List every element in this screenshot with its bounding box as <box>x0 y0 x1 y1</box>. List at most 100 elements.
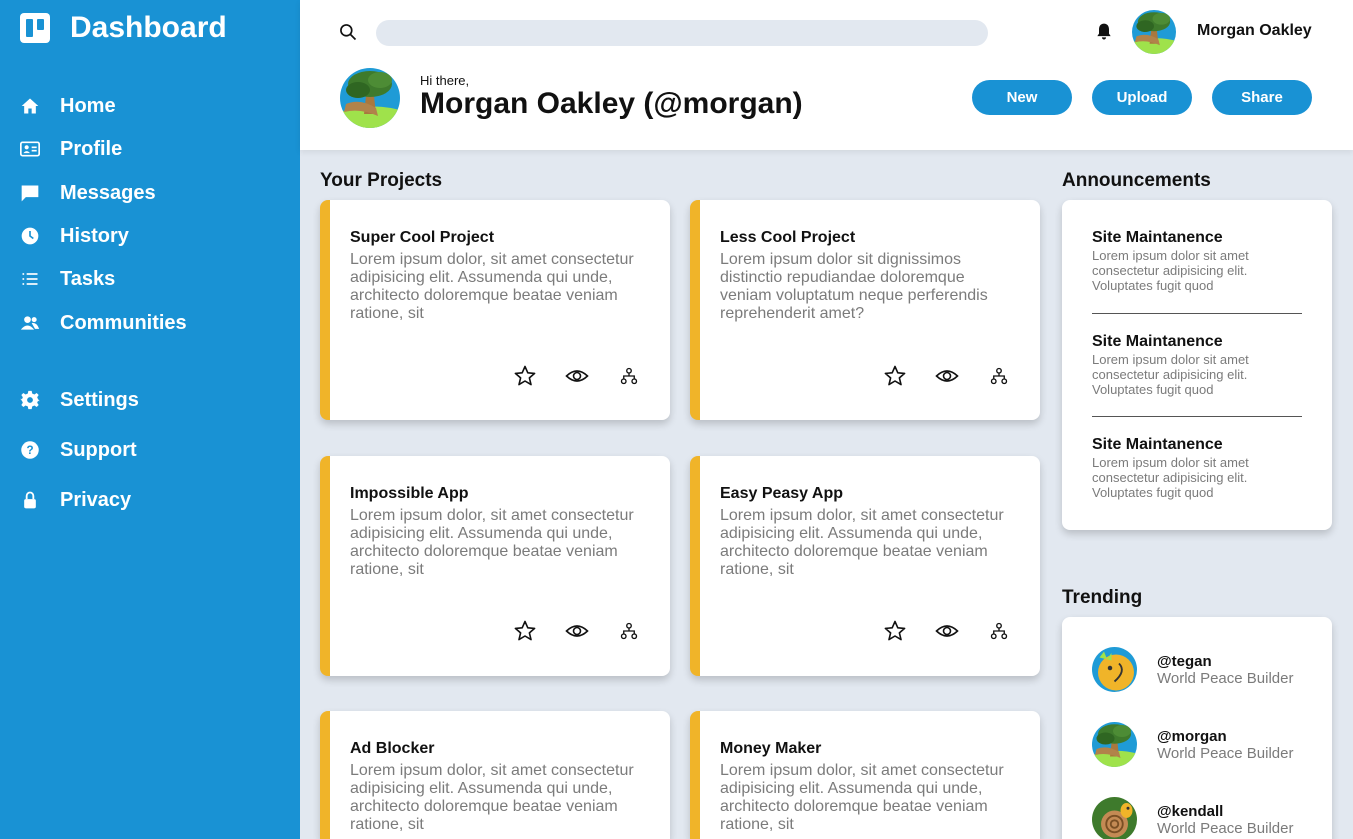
announcement-text: Lorem ipsum dolor sit amet consectetur a… <box>1092 352 1249 397</box>
project-card[interactable]: Impossible App Lorem ipsum dolor, sit am… <box>320 456 670 676</box>
project-description: Lorem ipsum dolor, sit amet consectetur … <box>350 251 634 322</box>
nav-label: Tasks <box>60 267 116 290</box>
project-description: Lorem ipsum dolor sit dignissimos distin… <box>720 251 988 322</box>
nav-label: Communities <box>60 311 187 334</box>
trending-handle: @tegan <box>1157 652 1212 670</box>
divider <box>1092 313 1302 314</box>
project-card[interactable]: Less Cool Project Lorem ipsum dolor sit … <box>690 200 1040 420</box>
nav-item-settings[interactable]: Settings <box>20 385 139 415</box>
announcements-panel: Site Maintanence Lorem ipsum dolor sit a… <box>1062 200 1332 530</box>
nav-item-home[interactable]: Home <box>20 91 116 121</box>
header-user-name[interactable]: Morgan Oakley <box>1197 22 1312 40</box>
announcement-item[interactable]: Site Maintanence Lorem ipsum dolor sit a… <box>1092 436 1302 500</box>
divider <box>1092 416 1302 417</box>
nav-item-support[interactable]: ? Support <box>20 435 137 465</box>
nav-item-messages[interactable]: Messages <box>20 178 156 208</box>
trending-handle: @kendall <box>1157 802 1224 820</box>
list-icon <box>22 273 38 285</box>
trending-user[interactable]: @tegan World Peace Builder <box>1092 647 1293 692</box>
home-icon <box>21 98 39 114</box>
sidebar: Dashboard Home Profile Messages History … <box>0 0 300 839</box>
eye-icon[interactable] <box>564 618 590 644</box>
trending-user[interactable]: @morgan World Peace Builder <box>1092 722 1293 767</box>
brand[interactable]: Dashboard <box>20 10 227 46</box>
star-icon[interactable] <box>512 363 538 389</box>
nav-label: Settings <box>60 388 139 411</box>
clock-icon <box>21 227 39 245</box>
star-icon[interactable] <box>512 618 538 644</box>
nav-label: Support <box>60 438 137 461</box>
avatar <box>1092 647 1137 692</box>
lock-icon <box>24 491 36 509</box>
profile-avatar <box>340 68 400 128</box>
fork-icon[interactable] <box>986 363 1012 389</box>
nav-item-profile[interactable]: Profile <box>20 134 122 164</box>
header: Morgan Oakley Hi there, Morgan Oakley (@… <box>300 0 1353 150</box>
trending-role: World Peace Builder <box>1157 744 1294 762</box>
project-actions <box>882 618 1038 644</box>
project-title: Impossible App <box>350 485 469 502</box>
announcement-title: Site Maintanence <box>1092 333 1223 350</box>
id-card-icon <box>20 141 40 157</box>
nav-item-tasks[interactable]: Tasks <box>20 264 115 294</box>
project-description: Lorem ipsum dolor, sit amet consectetur … <box>720 762 1004 833</box>
new-button[interactable]: New <box>972 80 1072 115</box>
project-title: Ad Blocker <box>350 740 435 757</box>
nav-item-history[interactable]: History <box>20 221 129 251</box>
bell-icon[interactable] <box>1094 22 1114 42</box>
project-description: Lorem ipsum dolor, sit amet consectetur … <box>350 762 634 833</box>
announcement-item[interactable]: Site Maintanence Lorem ipsum dolor sit a… <box>1092 333 1302 397</box>
announcement-text: Lorem ipsum dolor sit amet consectetur a… <box>1092 248 1249 293</box>
page-title: Morgan Oakley (@morgan) <box>420 87 803 120</box>
avatar <box>1092 797 1137 839</box>
greeting: Hi there, <box>420 73 470 88</box>
announcement-title: Site Maintanence <box>1092 436 1223 453</box>
project-description: Lorem ipsum dolor, sit amet consectetur … <box>720 507 1004 578</box>
announcement-item[interactable]: Site Maintanence Lorem ipsum dolor sit a… <box>1092 229 1302 293</box>
trending-panel: @tegan World Peace Builder @morgan World… <box>1062 617 1332 839</box>
eye-icon[interactable] <box>934 363 960 389</box>
message-icon <box>21 185 39 202</box>
eye-icon[interactable] <box>564 363 590 389</box>
share-button[interactable]: Share <box>1212 80 1312 115</box>
search-icon[interactable] <box>338 22 358 42</box>
fork-icon[interactable] <box>616 618 642 644</box>
nav-label: Home <box>60 94 116 117</box>
announcements-heading: Announcements <box>1062 170 1211 191</box>
nav-item-privacy[interactable]: Privacy <box>20 485 131 515</box>
project-actions <box>882 363 1038 389</box>
nav-label: Profile <box>60 137 123 160</box>
project-title: Money Maker <box>720 740 822 757</box>
trending-role: World Peace Builder <box>1157 669 1294 687</box>
nav-label: Messages <box>60 181 156 204</box>
project-card[interactable]: Ad Blocker Lorem ipsum dolor, sit amet c… <box>320 711 670 839</box>
project-title: Easy Peasy App <box>720 485 844 502</box>
people-icon <box>20 316 40 330</box>
gear-icon <box>20 390 40 410</box>
upload-button[interactable]: Upload <box>1092 80 1192 115</box>
search-input[interactable] <box>376 20 988 46</box>
star-icon[interactable] <box>882 363 908 389</box>
fork-icon[interactable] <box>616 363 642 389</box>
nav-label: History <box>60 224 129 247</box>
projects-heading: Your Projects <box>320 170 443 191</box>
project-card[interactable]: Money Maker Lorem ipsum dolor, sit amet … <box>690 711 1040 839</box>
avatar[interactable] <box>1132 10 1176 54</box>
trending-heading: Trending <box>1062 587 1143 608</box>
nav-item-communities[interactable]: Communities <box>20 308 187 338</box>
brand-title: Dashboard <box>70 11 227 44</box>
trending-user[interactable]: @kendall World Peace Builder <box>1092 797 1293 839</box>
announcement-text: Lorem ipsum dolor sit amet consectetur a… <box>1092 455 1249 500</box>
announcement-title: Site Maintanence <box>1092 229 1223 246</box>
svg-text:?: ? <box>26 444 33 457</box>
avatar <box>1092 722 1137 767</box>
project-actions <box>512 618 668 644</box>
eye-icon[interactable] <box>934 618 960 644</box>
fork-icon[interactable] <box>986 618 1012 644</box>
nav-label: Privacy <box>60 488 132 511</box>
project-card[interactable]: Super Cool Project Lorem ipsum dolor, si… <box>320 200 670 420</box>
project-card[interactable]: Easy Peasy App Lorem ipsum dolor, sit am… <box>690 456 1040 676</box>
star-icon[interactable] <box>882 618 908 644</box>
project-title: Less Cool Project <box>720 229 856 246</box>
trending-role: World Peace Builder <box>1157 819 1294 837</box>
